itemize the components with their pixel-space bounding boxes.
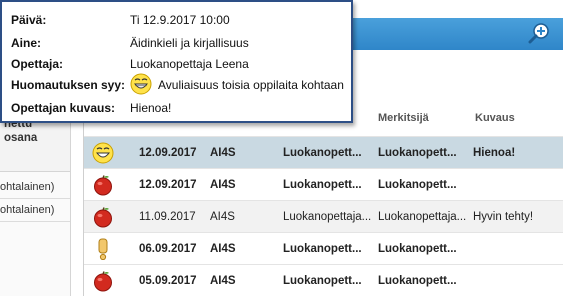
apple-icon	[92, 206, 114, 228]
cell-date: 06.09.2017	[139, 243, 197, 255]
tooltip-label-reason: Huomautuksen syy:	[11, 78, 126, 92]
table-row[interactable]: 12.09.2017 AI4S Luokanopett... Luokanopett.…	[84, 168, 563, 201]
cell-teacher: Luokanopett...	[283, 147, 362, 159]
cell-group: AI4S	[210, 211, 235, 223]
tooltip-label-description: Opettajan kuvaus:	[11, 101, 116, 115]
cell-group: AI4S	[210, 243, 236, 255]
cell-date: 05.09.2017	[139, 275, 197, 287]
cell-marker: Luokanopett...	[378, 147, 457, 159]
left-panel-item[interactable]: ohtalainen)	[0, 177, 70, 199]
tooltip-label-subject: Aine:	[11, 36, 41, 50]
cell-teacher: Luokanopett...	[283, 275, 362, 287]
cell-group: AI4S	[210, 275, 236, 287]
cell-group: AI4S	[210, 147, 236, 159]
left-panel-item[interactable]: ohtalainen)	[0, 200, 70, 222]
note-tooltip: Päivä: Ti 12.9.2017 10:00 Aine: Äidinkie…	[0, 0, 353, 123]
zoom-in-button[interactable]	[528, 22, 550, 44]
cell-marker: Luokanopett...	[378, 179, 457, 191]
tooltip-value-reason: Avuliaisuus toisia oppilaita kohtaan	[158, 78, 344, 92]
tooltip-label-date: Päivä:	[11, 13, 47, 27]
cell-marker: Luokanopettaja...	[378, 211, 467, 223]
cell-marker: Luokanopett...	[378, 275, 457, 287]
column-header-kuvaus[interactable]: Kuvaus	[475, 112, 515, 124]
cell-teacher: Luokanopett...	[283, 179, 362, 191]
apple-icon	[92, 270, 114, 292]
cell-date: 12.09.2017	[139, 147, 197, 159]
exclamation-icon	[92, 238, 114, 261]
cell-group: AI4S	[210, 179, 236, 191]
tooltip-value-teacher: Luokanopettaja Leena	[130, 57, 249, 71]
smiley-icon	[130, 73, 152, 95]
cell-marker: Luokanopett...	[378, 243, 457, 255]
cell-description: Hienoa!	[473, 147, 516, 159]
tooltip-value-date: Ti 12.9.2017 10:00	[130, 13, 230, 27]
tooltip-value-description: Hienoa!	[130, 101, 172, 115]
zoom-in-icon	[528, 23, 549, 44]
tooltip-label-teacher: Opettaja:	[11, 57, 64, 71]
cell-teacher: Luokanopett...	[283, 243, 362, 255]
cell-teacher: Luokanopettaja...	[283, 211, 372, 223]
cell-date: 12.09.2017	[139, 179, 197, 191]
table-row[interactable]: 12.09.2017 AI4S Luokanopett... Luokanopett.…	[84, 136, 563, 169]
table-row[interactable]: 05.09.2017 AI4S Luokanopett... Luokanopett.…	[84, 264, 563, 297]
smiley-icon	[92, 142, 114, 164]
table-row[interactable]: 11.09.2017 AI4S Luokanopettaja... Luokanope…	[84, 200, 563, 233]
table-row[interactable]: 06.09.2017 AI4S Luokanopett... Luokanopett.…	[84, 232, 563, 265]
tooltip-value-subject: Äidinkieli ja kirjallisuus	[130, 36, 249, 50]
cell-description: Hyvin tehty!	[473, 211, 534, 223]
cell-date: 11.09.2017	[139, 211, 196, 223]
column-header-merkitsija[interactable]: Merkitsijä	[378, 112, 429, 124]
left-heading-line2: osana	[4, 132, 38, 144]
apple-icon	[92, 174, 114, 196]
